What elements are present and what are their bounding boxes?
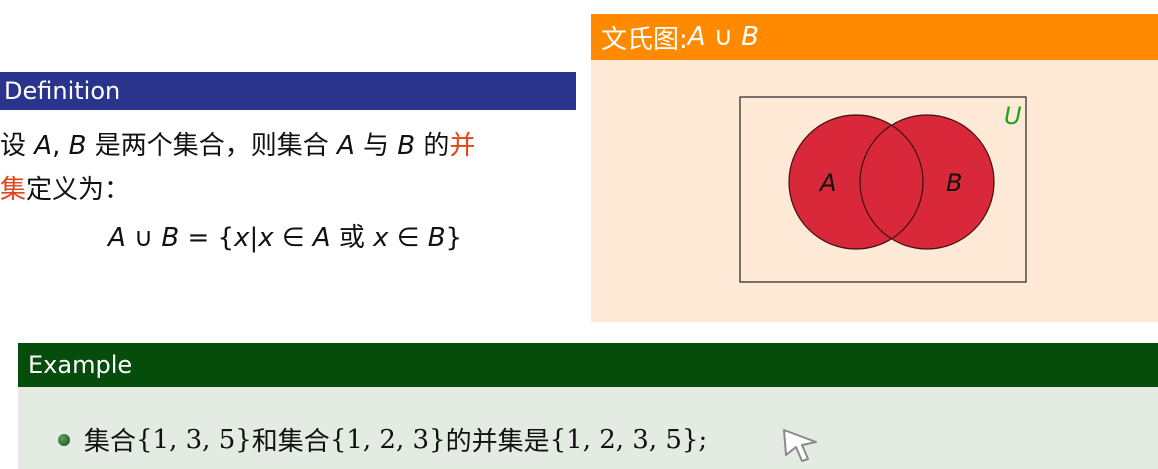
def-var-a-2: A: [336, 131, 355, 161]
def-text-4: 的: [415, 131, 450, 161]
example-set-2: {1, 2, 3}: [329, 424, 446, 455]
example-text-1: 集合: [84, 427, 137, 457]
definition-line-1: 设 A, B 是两个集合，则集合 A 与 B 的并: [0, 124, 576, 168]
formula-a: A: [312, 223, 331, 253]
formula-in-1: ∈: [273, 223, 313, 253]
def-var-b-2: B: [397, 131, 416, 161]
set-b-circle: [860, 115, 994, 249]
def-text-5: 定义为：: [26, 175, 131, 205]
example-text-2: 和集合: [251, 427, 330, 457]
formula-or: 或: [330, 223, 374, 253]
def-highlight-2: 集: [0, 175, 27, 205]
def-var-b: B: [68, 131, 87, 161]
formula-x3: x: [373, 223, 389, 253]
definition-title: Definition: [4, 77, 121, 105]
formula-close: }: [445, 223, 463, 253]
example-header: Example: [18, 343, 1158, 387]
formula-bar: |: [249, 223, 259, 253]
definition-header: Definition: [0, 72, 576, 110]
definition-body: 设 A, B 是两个集合，则集合 A 与 B 的并 集定义为： A ∪ B = …: [0, 124, 576, 260]
example-set-3: {1, 2, 3, 5};: [549, 424, 708, 455]
def-text-3: 与: [354, 131, 398, 161]
example-body: 集合 {1, 3, 5} 和集合 {1, 2, 3} 的并集是 {1, 2, 3…: [18, 387, 1158, 469]
def-comma: ,: [52, 131, 69, 161]
set-a-label: A: [818, 169, 836, 197]
def-var-a: A: [34, 131, 53, 161]
venn-title-prefix: 文氏图:: [601, 24, 688, 55]
definition-line-2: 集定义为：: [0, 168, 576, 212]
venn-body: U A B: [591, 60, 1158, 322]
venn-diagram: U A B: [739, 96, 1027, 283]
set-b-label: B: [946, 169, 962, 197]
example-title: Example: [28, 351, 133, 379]
example-set-1: {1, 3, 5}: [136, 424, 252, 455]
def-text-1: 设: [0, 131, 35, 161]
def-highlight-1: 并: [449, 131, 476, 161]
formula-x2: x: [258, 223, 274, 253]
formula-in-2: ∈: [388, 223, 428, 253]
universe-label: U: [1004, 102, 1022, 130]
example-text-3: 的并集是: [445, 427, 550, 457]
formula-eq: = {: [179, 223, 235, 253]
bullet-icon: [58, 433, 70, 446]
formula-lhs: A ∪ B: [108, 223, 180, 253]
venn-header: 文氏图: A ∪ B: [591, 14, 1158, 60]
venn-title-math: A ∪ B: [687, 22, 759, 52]
example-list-item: 集合 {1, 3, 5} 和集合 {1, 2, 3} 的并集是 {1, 2, 3…: [58, 421, 707, 458]
def-text-2: 是两个集合，则集合: [86, 131, 337, 161]
pointer-cursor-icon: [783, 429, 817, 462]
union-formula: A ∪ B = {x|x ∈ A 或 x ∈ B}: [108, 216, 576, 260]
formula-x1: x: [234, 223, 250, 253]
formula-b: B: [427, 223, 446, 253]
